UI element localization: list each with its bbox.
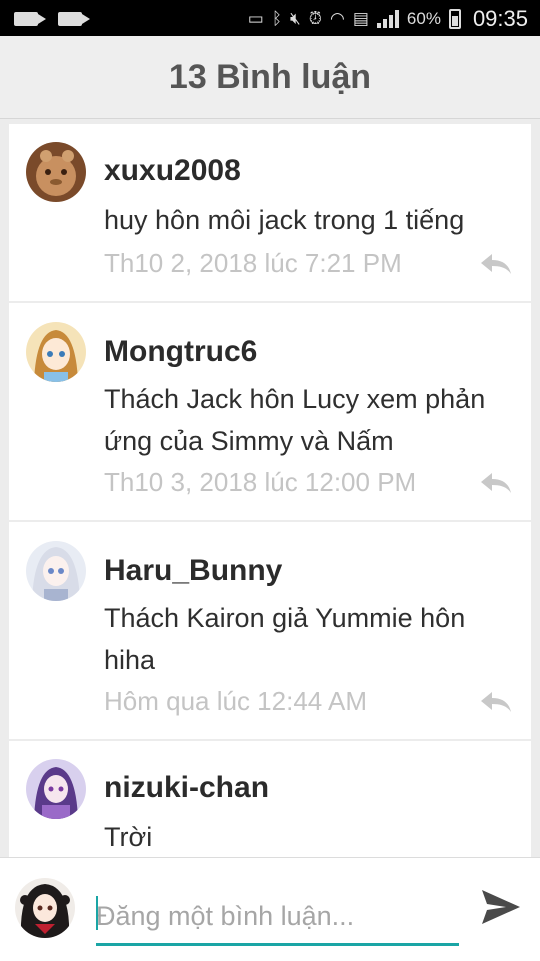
comment-timestamp: Hôm qua lúc 12:44 AM	[104, 686, 368, 716]
wifi-icon: ◠	[330, 9, 345, 28]
comment-text: Thách Jack hôn Lucy xem phản ứng của Sim…	[104, 384, 486, 456]
reply-icon[interactable]	[479, 471, 513, 495]
comment-input[interactable]	[96, 890, 459, 946]
comment-username[interactable]: Haru_Bunny	[104, 554, 282, 588]
clock: 09:35	[472, 6, 528, 31]
comment-item: Mongtruc6 Thách Jack hôn Lucy xem phản ứ…	[9, 303, 531, 522]
comment-item: nizuki-chan Trời	[9, 741, 531, 857]
video-camera-icon	[14, 12, 46, 26]
comment-input-bar	[0, 857, 540, 961]
alarm-icon: ⏰︎	[308, 9, 322, 28]
comment-text: Trời	[104, 822, 153, 852]
notification-icons	[14, 9, 90, 26]
comment-text: Thách Kairon giả Yummie hôn hiha	[104, 603, 466, 675]
cast-icon: ▭	[247, 9, 264, 28]
send-icon	[482, 889, 520, 924]
reply-icon[interactable]	[479, 252, 513, 276]
comment-text: huy hôn môi jack trong 1 tiếng	[104, 205, 465, 235]
comment-username[interactable]: Mongtruc6	[104, 335, 257, 369]
battery-percent: 60%	[406, 9, 441, 28]
comment-timestamp: Th10 2, 2018 lúc 7:21 PM	[104, 248, 402, 278]
mute-icon: 🔇︎	[290, 9, 301, 28]
signal-icon	[376, 10, 399, 28]
text-caret	[96, 896, 98, 930]
battery-icon	[448, 9, 461, 29]
current-user-avatar	[15, 878, 75, 938]
comment-username[interactable]: xuxu2008	[104, 154, 241, 188]
avatar[interactable]	[26, 541, 86, 601]
video-camera-icon	[58, 12, 90, 26]
avatar[interactable]	[26, 759, 86, 819]
status-bar: ▭ ᛒ 🔇︎ ⏰︎ ◠ ▤ 60% 09:35	[0, 0, 540, 36]
comment-timestamp: Th10 3, 2018 lúc 12:00 PM	[104, 467, 417, 497]
sim-icon: ▤	[352, 9, 369, 28]
avatar[interactable]	[26, 142, 86, 202]
comment-username[interactable]: nizuki-chan	[104, 771, 269, 805]
page-title: 13 Bình luận	[168, 57, 372, 96]
reply-icon[interactable]	[479, 690, 513, 714]
bluetooth-icon: ᛒ	[271, 9, 283, 28]
comment-item: xuxu2008 huy hôn môi jack trong 1 tiếng …	[9, 124, 531, 303]
system-icons: ▭ ᛒ 🔇︎ ⏰︎ ◠ ▤ 60% 09:35	[248, 6, 528, 32]
avatar[interactable]	[26, 322, 86, 382]
send-button[interactable]	[476, 883, 526, 933]
comment-item: Haru_Bunny Thách Kairon giả Yummie hôn h…	[9, 522, 531, 741]
comments-header: 13 Bình luận	[0, 36, 540, 119]
comment-list[interactable]: xuxu2008 huy hôn môi jack trong 1 tiếng …	[9, 124, 531, 857]
